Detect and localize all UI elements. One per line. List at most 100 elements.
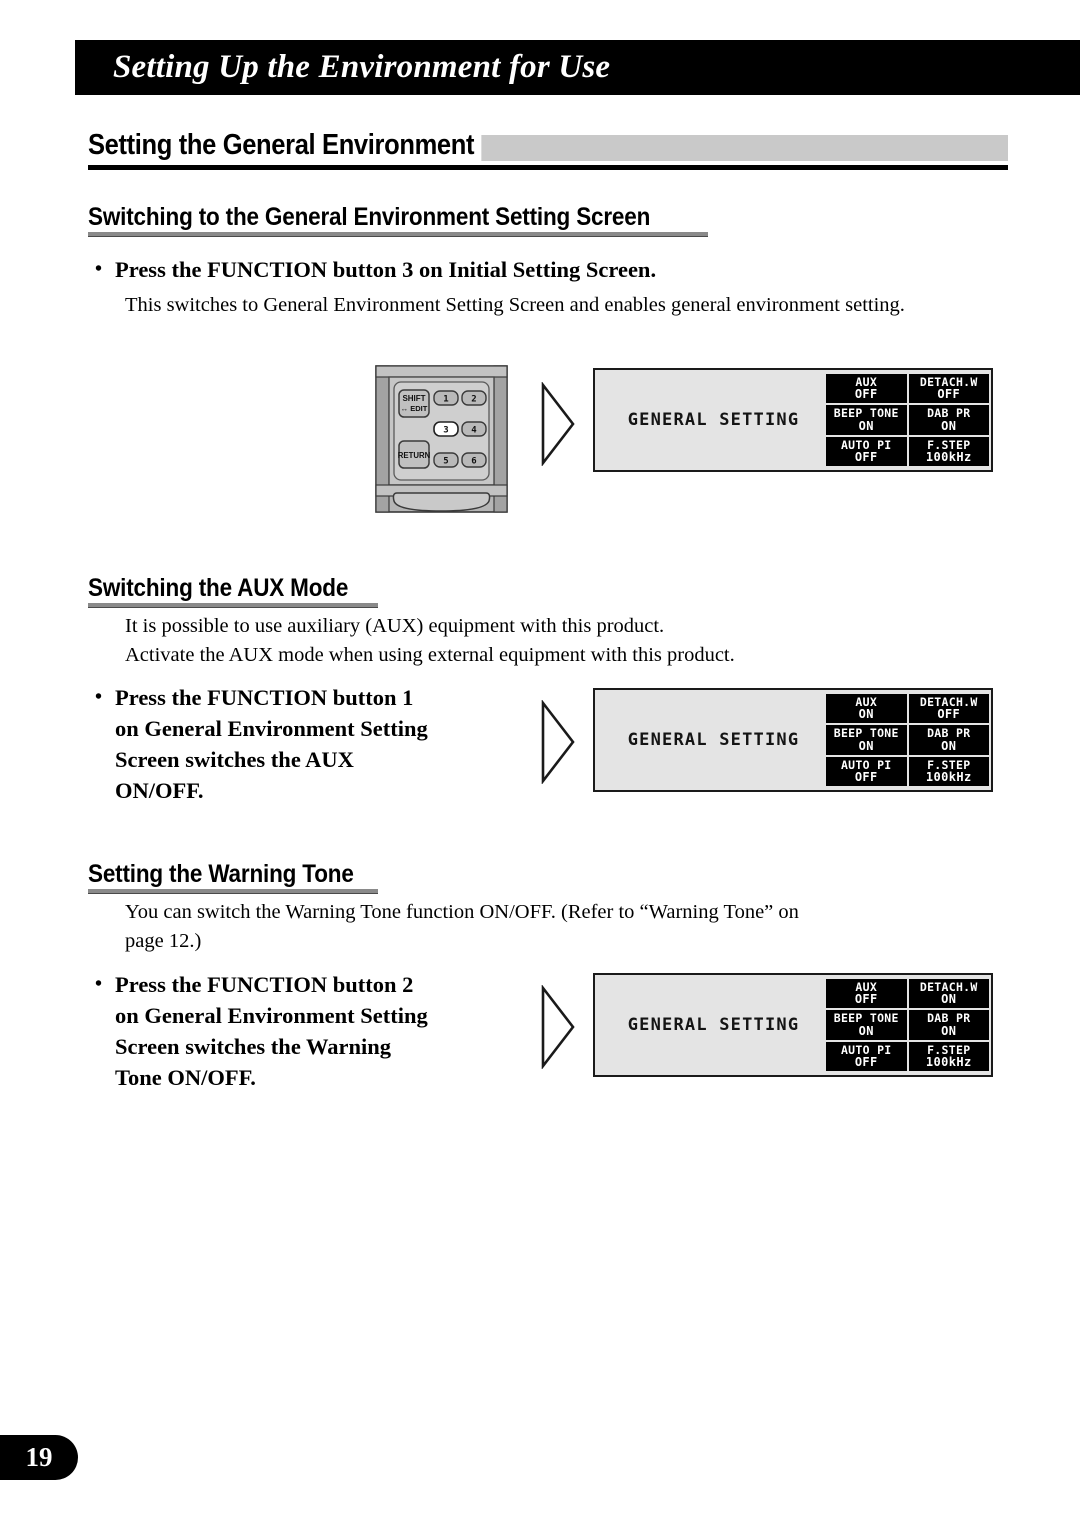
flow-arrow-3	[539, 984, 577, 1074]
lcd-cell-beep-tone[interactable]: BEEP TONE ON	[826, 405, 907, 435]
flow-arrow-2	[539, 699, 577, 789]
lcd-cell-aux[interactable]: AUX OFF	[826, 374, 907, 404]
subsection-heading-switching-aux-mode: Switching the AUX Mode	[88, 574, 488, 603]
svg-text:6: 6	[471, 457, 476, 467]
lcd-settings-grid: AUX OFF DETACH.W ON BEEP TONE ON DAB PR …	[826, 979, 989, 1071]
lcd-cell-auto-pi[interactable]: AUTO PI OFF	[826, 756, 907, 786]
svg-text:2: 2	[471, 395, 476, 405]
lcd-cell-label: DAB PR	[927, 726, 971, 741]
bullet-text-block: Press the FUNCTION button 2 on General E…	[115, 969, 555, 1093]
lcd-cell-value: ON	[858, 707, 874, 722]
lcd-cell-f-step[interactable]: F.STEP 100kHz	[908, 1041, 989, 1071]
svg-text:1: 1	[443, 395, 448, 405]
section-heading-text: Setting the General Environment	[88, 127, 482, 163]
lcd-display-aux-on: GENERAL SETTING AUX ON DETACH.W OFF BEEP…	[593, 688, 993, 792]
bullet-line-1: Press the FUNCTION button 2	[115, 972, 414, 997]
lcd-cell-value: 100kHz	[925, 770, 972, 785]
paragraph-warning-tone-line1: You can switch the Warning Tone function…	[125, 901, 799, 923]
page-banner: Setting Up the Environment for Use	[75, 40, 1080, 95]
svg-text:SHIFT: SHIFT	[402, 394, 425, 403]
lcd-cell-value: OFF	[854, 450, 878, 465]
lcd-display-detach-on: GENERAL SETTING AUX OFF DETACH.W ON BEEP…	[593, 973, 993, 1077]
page-number-tab: 19	[0, 1435, 78, 1480]
bullet-dot-icon: •	[95, 258, 103, 280]
bullet-text: Press the FUNCTION button 3 on Initial S…	[115, 257, 657, 282]
bullet-line-3: Screen switches the Warning	[115, 1034, 392, 1059]
lcd-cell-value: OFF	[937, 707, 961, 722]
lcd-cell-dab-pr[interactable]: DAB PR ON	[908, 1010, 989, 1040]
lcd-cell-value: ON	[858, 738, 874, 753]
lcd-cell-f-step[interactable]: F.STEP 100kHz	[908, 756, 989, 786]
paragraph-warning-tone-line2: page 12.)	[125, 930, 202, 952]
lcd-display-initial: GENERAL SETTING AUX OFF DETACH.W OFF BEE…	[593, 368, 993, 472]
bullet-press-function-3: • Press the FUNCTION button 3 on Initial…	[95, 254, 795, 285]
lcd-cell-beep-tone[interactable]: BEEP TONE ON	[826, 1010, 907, 1040]
lcd-cell-label: DAB PR	[927, 1011, 971, 1026]
svg-text:↔ EDIT: ↔ EDIT	[401, 404, 428, 413]
subsection-heading-label: Switching to the General Environment Set…	[88, 203, 651, 231]
bullet-dot-icon: •	[95, 686, 103, 708]
lcd-cell-value: OFF	[854, 992, 878, 1007]
lcd-cell-value: ON	[941, 1023, 957, 1038]
section-heading-rule	[88, 165, 1008, 170]
bullet-line-1: Press the FUNCTION button 1	[115, 685, 414, 710]
svg-text:5: 5	[443, 457, 448, 467]
lcd-cell-dab-pr[interactable]: DAB PR ON	[908, 405, 989, 435]
lcd-cell-value: ON	[858, 1023, 874, 1038]
lcd-cell-label: DAB PR	[927, 406, 971, 421]
bullet-line-3: Screen switches the AUX	[115, 747, 354, 772]
lcd-cell-auto-pi[interactable]: AUTO PI OFF	[826, 1041, 907, 1071]
lcd-cell-value: OFF	[854, 1055, 878, 1070]
bullet-line-4: ON/OFF.	[115, 778, 204, 803]
subsection-heading-label: Setting the Warning Tone	[88, 860, 354, 888]
lcd-cell-value: ON	[941, 992, 957, 1007]
subsection-heading-label: Switching the AUX Mode	[88, 574, 349, 602]
lcd-title: GENERAL SETTING	[627, 730, 800, 750]
lcd-settings-grid: AUX ON DETACH.W OFF BEEP TONE ON DAB PR …	[826, 694, 989, 786]
lcd-cell-value: OFF	[854, 387, 878, 402]
section-heading-block: Setting the General Environment	[88, 127, 1008, 170]
svg-text:RETURN: RETURN	[398, 451, 431, 460]
bullet-line-2: on General Environment Setting	[115, 1003, 428, 1028]
lcd-cell-value: ON	[941, 418, 957, 433]
lcd-cell-value: ON	[941, 738, 957, 753]
bullet-line-4: Tone ON/OFF.	[115, 1065, 256, 1090]
lcd-cell-aux[interactable]: AUX ON	[826, 694, 907, 724]
lcd-cell-aux[interactable]: AUX OFF	[826, 979, 907, 1009]
remote-control-illustration: SHIFT ↔ EDIT RETURN 1 2 3 4 5 6	[373, 365, 510, 513]
bullet-text-block: Press the FUNCTION button 1 on General E…	[115, 682, 555, 806]
lcd-settings-grid: AUX OFF DETACH.W OFF BEEP TONE ON DAB PR…	[826, 374, 989, 466]
page-number: 19	[25, 1442, 53, 1472]
lcd-cell-label: BEEP TONE	[833, 726, 899, 741]
lcd-cell-label: BEEP TONE	[833, 1011, 899, 1026]
lcd-cell-detach-w[interactable]: DETACH.W ON	[908, 979, 989, 1009]
lcd-cell-detach-w[interactable]: DETACH.W OFF	[908, 374, 989, 404]
paragraph-switching-description: This switches to General Environment Set…	[125, 294, 905, 316]
flow-arrow-1	[539, 381, 577, 471]
bullet-dot-icon: •	[95, 973, 103, 995]
bullet-press-function-2: • Press the FUNCTION button 2 on General…	[95, 969, 555, 1093]
lcd-title: GENERAL SETTING	[627, 1015, 800, 1035]
lcd-cell-dab-pr[interactable]: DAB PR ON	[908, 725, 989, 755]
lcd-cell-value: 100kHz	[925, 450, 972, 465]
lcd-cell-value: OFF	[937, 387, 961, 402]
lcd-cell-value: ON	[858, 418, 874, 433]
subsection-rule-2	[88, 603, 378, 608]
lcd-cell-label: BEEP TONE	[833, 406, 899, 421]
bullet-press-function-1: • Press the FUNCTION button 1 on General…	[95, 682, 555, 806]
paragraph-aux-line2: Activate the AUX mode when using externa…	[125, 644, 735, 666]
lcd-cell-f-step[interactable]: F.STEP 100kHz	[908, 436, 989, 466]
lcd-cell-beep-tone[interactable]: BEEP TONE ON	[826, 725, 907, 755]
svg-text:3: 3	[443, 426, 448, 436]
lcd-cell-auto-pi[interactable]: AUTO PI OFF	[826, 436, 907, 466]
subsection-heading-switching-to-general-environment: Switching to the General Environment Set…	[88, 203, 728, 232]
subsection-rule-3	[88, 889, 378, 894]
subsection-heading-setting-warning-tone: Setting the Warning Tone	[88, 860, 488, 889]
subsection-rule-1	[88, 232, 708, 237]
bullet-line-2: on General Environment Setting	[115, 716, 428, 741]
lcd-title: GENERAL SETTING	[627, 410, 800, 430]
page-banner-title: Setting Up the Environment for Use	[113, 49, 611, 85]
lcd-cell-value: 100kHz	[925, 1055, 972, 1070]
lcd-cell-detach-w[interactable]: DETACH.W OFF	[908, 694, 989, 724]
lcd-cell-value: OFF	[854, 770, 878, 785]
